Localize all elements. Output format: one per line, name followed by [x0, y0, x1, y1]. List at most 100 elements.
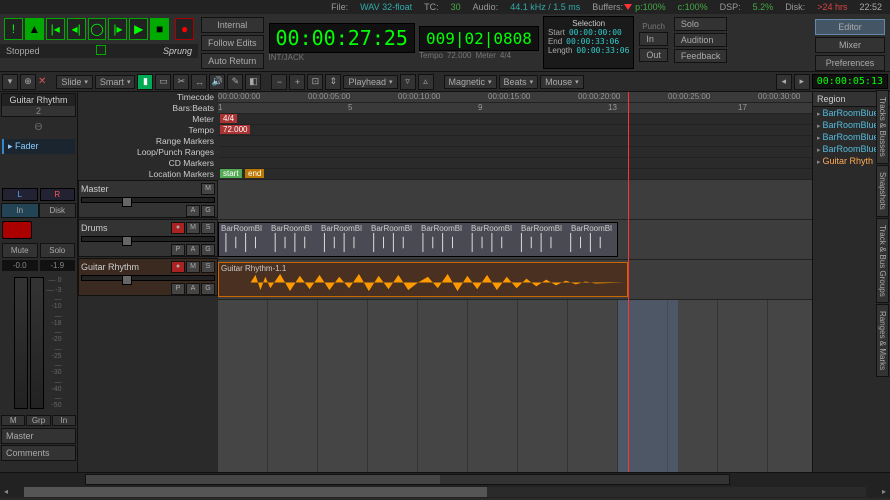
panner-icon[interactable]: ϴ [0, 118, 77, 137]
rewind-button[interactable]: ◂| [67, 18, 86, 40]
location-start[interactable]: start [220, 169, 242, 178]
strip-mute-button[interactable]: Mute [2, 243, 38, 258]
zoom-out-button[interactable]: − [271, 74, 287, 90]
level-meter [30, 277, 44, 409]
punch-out-button[interactable]: Out [639, 48, 668, 62]
record-button[interactable]: ● [175, 18, 194, 40]
punch-in-button[interactable]: In [639, 32, 668, 46]
nudge-clock[interactable]: 00:00:05:13 [812, 74, 888, 89]
goto-start-button[interactable]: |◂ [46, 18, 65, 40]
object-tool[interactable]: ▮ [137, 74, 153, 90]
edit-tool[interactable]: ◧ [245, 74, 261, 90]
tab-snapshots[interactable]: Snapshots [876, 165, 889, 217]
zoom-height-button[interactable]: ⇕ [325, 74, 341, 90]
summary-view[interactable] [0, 472, 890, 486]
fader-track[interactable] [14, 277, 28, 409]
playhead[interactable] [628, 92, 629, 180]
sel-end[interactable]: 00:00:33:06 [566, 37, 619, 46]
auto-return-button[interactable]: Auto Return [201, 53, 264, 69]
track-shrink-button[interactable]: ▿ [400, 74, 416, 90]
sel-start[interactable]: 00:00:00:00 [569, 28, 622, 37]
edit-mode-select[interactable]: Slide [56, 75, 93, 89]
track-header-drums[interactable]: Drums●MS PAG [78, 219, 218, 257]
play-button[interactable]: ▶ [129, 18, 148, 40]
zoom-button[interactable]: ⊕ [20, 74, 36, 90]
nudge-fwd-button[interactable]: ▸ [794, 74, 810, 90]
mouse-mode-select[interactable]: Smart [95, 75, 136, 89]
editor-window-button[interactable]: Editor [815, 19, 885, 35]
zoom-focus-select[interactable]: Playhead [343, 75, 397, 89]
preferences-button[interactable]: Preferences [815, 55, 885, 71]
playhead-line[interactable] [628, 180, 629, 472]
pan-right[interactable]: R [40, 188, 76, 201]
follow-edits-button[interactable]: Follow Edits [201, 35, 264, 51]
range-tool[interactable]: ▭ [155, 74, 171, 90]
solo-alert[interactable]: Solo [674, 17, 728, 31]
stop-button[interactable]: ■ [150, 18, 169, 40]
ruler-area[interactable]: 00:00:00:0000:00:05:0000:00:10:0000:00:1… [218, 92, 812, 180]
strip-grp-button[interactable]: Grp [26, 415, 50, 426]
ruler-labels: TimecodeBars:Beats MeterTempo Range Mark… [78, 92, 218, 180]
draw-tool[interactable]: ✎ [227, 74, 243, 90]
snap-to-select[interactable]: Beats [499, 75, 539, 89]
info-bar: File:WAV 32-float TC:30 Audio:44.1 kHz /… [0, 0, 890, 14]
strip-comments[interactable]: Comments [1, 445, 76, 461]
pan-left[interactable]: L [2, 188, 38, 201]
strip-m-button[interactable]: M [1, 415, 25, 426]
scroll-right-icon[interactable]: ▸ [878, 486, 890, 498]
meter-marker[interactable]: 4/4 [220, 114, 237, 123]
track-canvas[interactable]: BarRoomBlBarRoomBlBarRoomBlBarRoomBlBarR… [218, 180, 812, 472]
zoom-fit-button[interactable]: ⊡ [307, 74, 323, 90]
region-drums[interactable]: BarRoomBlBarRoomBlBarRoomBlBarRoomBlBarR… [218, 222, 618, 257]
strip-solo-button[interactable]: Solo [40, 243, 76, 258]
scroll-thumb[interactable] [24, 487, 487, 497]
gain-db[interactable]: -0.0 [2, 260, 38, 271]
mixer-window-button[interactable]: Mixer [815, 37, 885, 53]
snap-mode-select[interactable]: Magnetic [444, 75, 497, 89]
fader-automation[interactable]: ▸ Fader [2, 139, 75, 154]
peak-db[interactable]: -1.9 [40, 260, 76, 271]
tempo-marker[interactable]: 72.000 [220, 125, 250, 134]
sel-length[interactable]: 00:00:33:06 [576, 46, 629, 55]
location-end[interactable]: end [245, 169, 264, 178]
sync-source-button[interactable]: Internal [201, 17, 264, 33]
input-button[interactable]: In [1, 203, 39, 218]
drums-rec[interactable]: ● [171, 222, 185, 234]
strip-rec-button[interactable] [2, 221, 32, 239]
track-visibility-button[interactable]: ▾ [2, 74, 18, 90]
stretch-tool[interactable]: ↔ [191, 74, 207, 90]
tab-tracks-busses[interactable]: Tracks & Busses [876, 90, 889, 164]
strip-output[interactable]: Master [1, 428, 76, 444]
guitar-rec[interactable]: ● [171, 261, 185, 273]
audition-tool[interactable]: 🔊 [209, 74, 225, 90]
loop-button[interactable]: ◯ [88, 18, 107, 40]
strip-in-button[interactable]: In [52, 415, 76, 426]
track-header-guitar[interactable]: Guitar Rhythm●MS PAG [78, 258, 218, 296]
tab-ranges-marks[interactable]: Ranges & Marks [876, 304, 889, 377]
drums-fader[interactable] [81, 236, 215, 242]
forward-button[interactable]: |▸ [108, 18, 127, 40]
h-scrollbar[interactable]: ◂ ▸ [0, 486, 890, 498]
edit-point-select[interactable]: Mouse [540, 75, 584, 89]
primary-clock[interactable]: 00:00:27:25 [269, 23, 415, 53]
strip-track-name[interactable]: Guitar Rhythm [2, 94, 75, 106]
nudge-back-button[interactable]: ◂ [776, 74, 792, 90]
master-fader[interactable] [81, 197, 215, 203]
midi-panic-button[interactable]: ! [4, 18, 23, 40]
close-icon[interactable]: ✕ [38, 76, 46, 87]
audition-alert[interactable]: Audition [674, 33, 728, 47]
disk-button[interactable]: Disk [39, 203, 77, 218]
clock-mode-label[interactable]: INT/JACK [269, 53, 415, 62]
track-expand-button[interactable]: ▵ [418, 74, 434, 90]
zoom-in-button[interactable]: + [289, 74, 305, 90]
shuttle-mode: Sprung [163, 44, 192, 58]
metronome-button[interactable]: ▲ [25, 18, 44, 40]
scroll-left-icon[interactable]: ◂ [0, 486, 12, 498]
cut-tool[interactable]: ✂ [173, 74, 189, 90]
tab-groups[interactable]: Track & Bus Groups [876, 218, 889, 304]
region-guitar[interactable]: Guitar Rhythm-1.1 [218, 262, 628, 297]
guitar-fader[interactable] [81, 275, 215, 281]
secondary-clock[interactable]: 009|02|0808 [419, 26, 539, 51]
feedback-alert[interactable]: Feedback [674, 49, 728, 63]
track-header-master[interactable]: MasterM AG [78, 180, 218, 218]
